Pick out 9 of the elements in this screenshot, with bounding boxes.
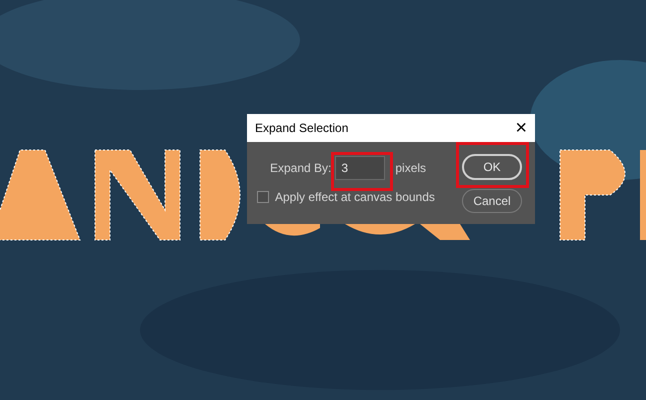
checkbox[interactable] (257, 191, 269, 203)
expand-by-field[interactable]: 3 (335, 156, 386, 180)
dialog-title: Expand Selection (255, 120, 348, 137)
dialog-button[interactable]: Cancel (462, 189, 522, 213)
expand-by-label: Expand By: (270, 160, 332, 177)
unit-label: pixels (395, 160, 426, 177)
close-button[interactable]: × (515, 118, 527, 138)
checkbox-label: Apply effect at canvas bounds (275, 189, 435, 206)
dialog-button[interactable]: OK (462, 154, 522, 180)
